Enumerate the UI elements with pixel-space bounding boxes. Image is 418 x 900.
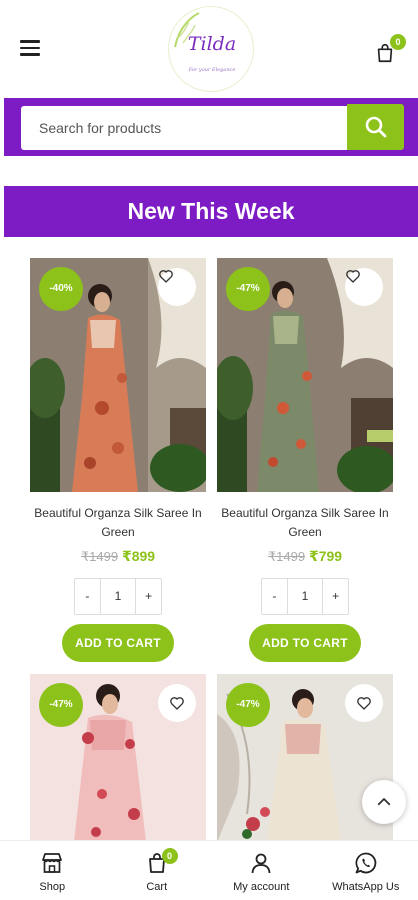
search-bar xyxy=(4,98,418,156)
discount-badge: -47% xyxy=(39,683,83,727)
menu-icon[interactable] xyxy=(20,40,40,56)
nav-cart[interactable]: 0 Cart xyxy=(105,841,210,900)
product-image[interactable]: -47% xyxy=(30,674,206,842)
logo-tagline: For your Elegance xyxy=(188,67,236,73)
cart-count-badge: 0 xyxy=(390,34,406,50)
nav-whatsapp[interactable]: WhatsApp Us xyxy=(314,841,418,900)
nav-shop[interactable]: Shop xyxy=(0,841,105,900)
discount-badge: -47% xyxy=(226,267,270,311)
add-to-cart-button[interactable]: ADD TO CART xyxy=(62,624,174,662)
nav-cart-label: Cart xyxy=(146,881,168,893)
nav-my-account-label: My account xyxy=(233,881,290,893)
header-cart-button[interactable]: 0 xyxy=(374,34,406,64)
product-price: ₹1499 ₹799 xyxy=(217,548,393,565)
whatsapp-icon xyxy=(355,852,377,874)
nav-shop-label: Shop xyxy=(39,881,66,893)
old-price: ₹1499 xyxy=(80,549,119,564)
sale-price: ₹799 xyxy=(308,548,343,564)
qty-minus-button[interactable]: - xyxy=(262,579,287,614)
heart-icon xyxy=(159,270,173,283)
quantity-stepper: - 1 + xyxy=(261,578,349,615)
qty-input[interactable]: 1 xyxy=(286,579,324,614)
user-icon xyxy=(251,853,271,874)
heart-icon xyxy=(357,697,371,710)
search-icon xyxy=(365,116,386,138)
cart-count-badge: 0 xyxy=(161,848,178,864)
wishlist-button[interactable] xyxy=(345,684,383,722)
wishlist-button[interactable] xyxy=(158,268,196,306)
quantity-stepper: - 1 + xyxy=(74,578,162,615)
product-image[interactable]: -47% xyxy=(217,674,393,842)
section-title: New This Week xyxy=(4,186,418,237)
chevron-up-icon xyxy=(377,798,391,806)
wishlist-button[interactable] xyxy=(158,684,196,722)
discount-badge: -40% xyxy=(39,267,83,311)
logo-text: Tilda xyxy=(187,33,237,55)
scroll-to-top-button[interactable] xyxy=(362,780,406,824)
store-icon xyxy=(42,853,63,873)
header: Tilda For your Elegance 0 xyxy=(0,0,418,98)
heart-icon xyxy=(346,270,360,283)
product-title[interactable]: Beautiful Organza Silk Saree In Green xyxy=(217,504,393,542)
qty-input[interactable]: 1 xyxy=(99,579,137,614)
logo[interactable]: Tilda For your Elegance xyxy=(168,6,254,92)
qty-plus-button[interactable]: + xyxy=(323,579,348,614)
search-button[interactable] xyxy=(347,104,404,150)
product-title[interactable]: Beautiful Organza Silk Saree In Green xyxy=(30,504,206,542)
product-card: -40% Beautiful Organza Silk Saree In Gre… xyxy=(30,258,206,662)
qty-minus-button[interactable]: - xyxy=(75,579,100,614)
bottom-navigation: Shop 0 Cart My account WhatsApp Us xyxy=(0,840,418,900)
sale-price: ₹899 xyxy=(121,548,156,564)
add-to-cart-button[interactable]: ADD TO CART xyxy=(249,624,361,662)
nav-whatsapp-label: WhatsApp Us xyxy=(332,881,400,893)
qty-plus-button[interactable]: + xyxy=(136,579,161,614)
heart-icon xyxy=(170,697,184,710)
product-price: ₹1499 ₹899 xyxy=(30,548,206,565)
search-input[interactable] xyxy=(21,106,347,150)
nav-my-account[interactable]: My account xyxy=(209,841,314,900)
wishlist-button[interactable] xyxy=(345,268,383,306)
product-image[interactable]: -40% xyxy=(30,258,206,492)
discount-badge: -47% xyxy=(226,683,270,727)
product-card: -47% Beautiful Organza Silk Saree In Gre… xyxy=(217,258,393,662)
product-image[interactable]: -47% xyxy=(217,258,393,492)
old-price: ₹1499 xyxy=(267,549,306,564)
